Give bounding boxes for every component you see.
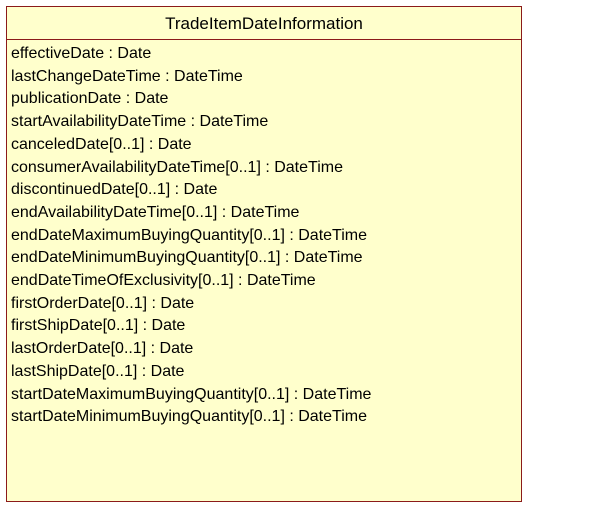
attribute-discontinued-date: discontinuedDate[0..1] : Date [11,181,218,199]
attribute-end-date-time-of-exclusivity: endDateTimeOfExclusivity[0..1] : DateTim… [11,272,316,290]
attribute-start-date-maximum-buying-quantity: startDateMaximumBuyingQuantity[0..1] : D… [11,385,372,403]
attribute-publication-date: publicationDate : Date [11,90,169,108]
attribute-start-availability-date-time: startAvailabilityDateTime : DateTime [11,113,269,131]
attribute-end-date-maximum-buying-quantity: endDateMaximumBuyingQuantity[0..1] : Dat… [11,226,368,244]
class-name: TradeItemDateInformation [7,7,521,40]
attribute-start-date-minimum-buying-quantity: startDateMinimumBuyingQuantity[0..1] : D… [11,408,367,426]
attribute-first-ship-date: firstShipDate[0..1] : Date [11,317,186,335]
attribute-first-order-date: firstOrderDate[0..1] : Date [11,294,195,312]
uml-class-box: TradeItemDateInformation effectiveDate :… [6,6,522,502]
attribute-effective-date: effectiveDate : Date [11,45,152,62]
attribute-end-date-minimum-buying-quantity: endDateMinimumBuyingQuantity[0..1] : Dat… [11,249,363,267]
attribute-last-order-date: lastOrderDate[0..1] : Date [11,340,194,358]
attribute-compartment: effectiveDate : Date lastChangeDateTime … [7,40,521,429]
attribute-end-availability-date-time: endAvailabilityDateTime[0..1] : DateTime [11,203,300,221]
attribute-consumer-availability-date-time: consumerAvailabilityDateTime[0..1] : Dat… [11,158,343,176]
attribute-last-ship-date: lastShipDate[0..1] : Date [11,362,185,380]
attribute-canceled-date: canceledDate[0..1] : Date [11,135,192,153]
attribute-last-change-date-time: lastChangeDateTime : DateTime [11,67,243,85]
